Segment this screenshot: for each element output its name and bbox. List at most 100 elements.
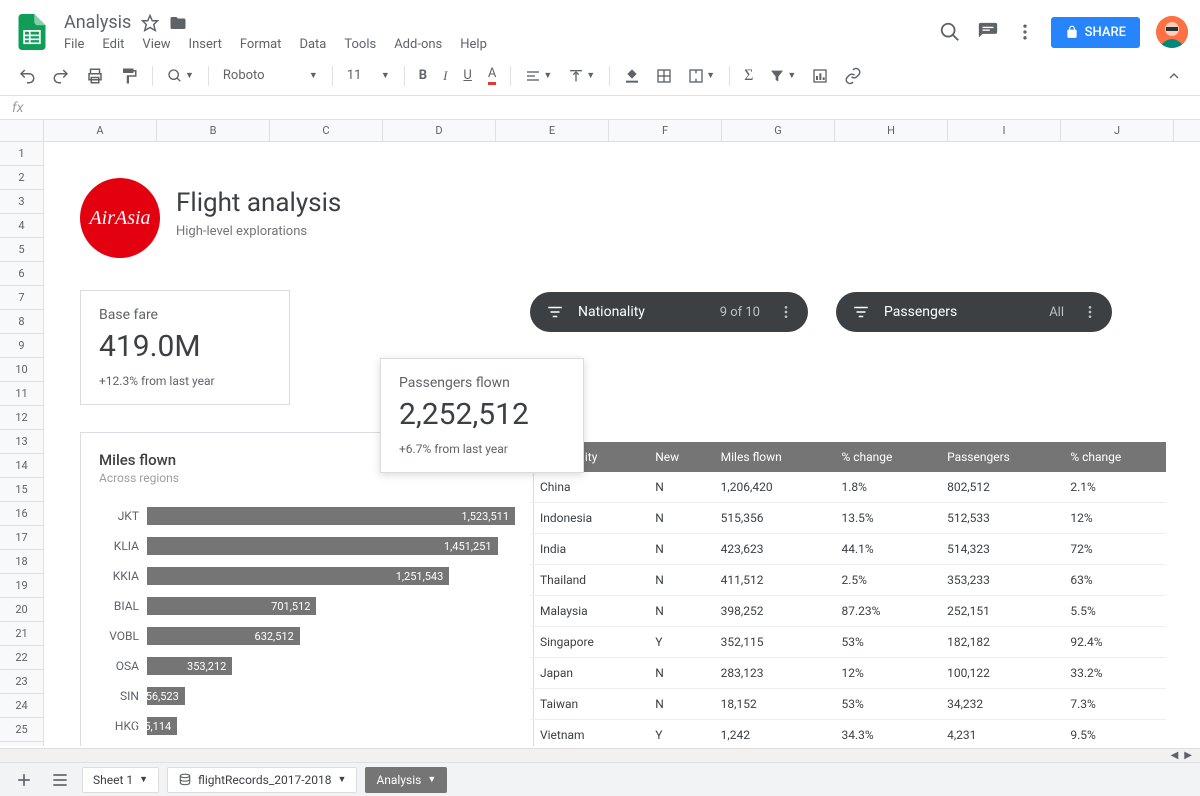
col-header-J[interactable]: J (1061, 120, 1174, 141)
functions-icon[interactable]: Σ (738, 63, 759, 89)
chip-more-icon[interactable] (1078, 304, 1102, 320)
more-vert-icon[interactable] (1015, 22, 1035, 42)
tab-datasource[interactable]: flightRecords_2017-2018▼ (167, 767, 357, 793)
col-header-E[interactable]: E (496, 120, 609, 141)
folder-icon[interactable] (169, 14, 187, 32)
doc-title[interactable]: Analysis (64, 12, 131, 33)
h-align-icon[interactable]: ▼ (519, 64, 558, 88)
print-icon[interactable] (80, 63, 110, 89)
row-header-9[interactable]: 9 (0, 334, 43, 358)
chip-passengers[interactable]: Passengers All (836, 292, 1112, 332)
all-sheets-icon[interactable] (46, 766, 74, 794)
row-header-25[interactable]: 25 (0, 718, 43, 742)
bar-label: KKIA (99, 569, 139, 583)
comment-icon[interactable] (977, 21, 999, 43)
avatar[interactable] (1156, 16, 1188, 48)
font-family-select[interactable]: Roboto (217, 64, 297, 87)
filter-icon[interactable]: ▼ (763, 64, 802, 88)
menu-edit[interactable]: Edit (102, 37, 124, 52)
col-header-D[interactable]: D (383, 120, 496, 141)
chip-more-icon[interactable] (774, 304, 798, 320)
row-header-10[interactable]: 10 (0, 358, 43, 382)
row-header-6[interactable]: 6 (0, 262, 43, 286)
star-icon[interactable] (141, 14, 159, 32)
menu-format[interactable]: Format (240, 37, 282, 52)
menu-help[interactable]: Help (460, 37, 487, 52)
tab-analysis[interactable]: Analysis▼ (365, 767, 447, 793)
chip-nationality[interactable]: Nationality 9 of 10 (530, 292, 808, 332)
col-header-G[interactable]: G (722, 120, 835, 141)
col-header-F[interactable]: F (609, 120, 722, 141)
formula-bar[interactable]: fx (0, 96, 1200, 120)
text-color-icon[interactable]: A (482, 62, 502, 89)
col-header-B[interactable]: B (157, 120, 270, 141)
bar-row: JKT1,523,511 (99, 501, 515, 531)
table-cell: India (530, 534, 645, 565)
col-header-H[interactable]: H (835, 120, 948, 141)
bold-icon[interactable]: B (413, 64, 433, 87)
row-header-17[interactable]: 17 (0, 526, 43, 550)
search-icon[interactable] (939, 21, 961, 43)
undo-icon[interactable] (12, 63, 42, 89)
canvas[interactable]: AirAsia Flight analysis High-level explo… (44, 142, 1200, 746)
table-cell: China (530, 472, 645, 503)
sheets-logo[interactable] (12, 12, 52, 52)
size-dd-icon[interactable]: ▼ (375, 66, 396, 85)
menu-data[interactable]: Data (299, 37, 326, 52)
share-button[interactable]: SHARE (1051, 17, 1140, 48)
menu-insert[interactable]: Insert (189, 37, 222, 52)
row-header-5[interactable]: 5 (0, 238, 43, 262)
row-header-4[interactable]: 4 (0, 214, 43, 238)
scroll-left-icon[interactable]: ◀ (1171, 750, 1179, 761)
row-header-23[interactable]: 23 (0, 670, 43, 694)
row-header-22[interactable]: 22 (0, 646, 43, 670)
select-all-corner[interactable] (0, 120, 44, 141)
row-header-8[interactable]: 8 (0, 310, 43, 334)
zoom-dropdown[interactable]: ▼ (161, 64, 200, 88)
row-header-13[interactable]: 13 (0, 430, 43, 454)
row-header-14[interactable]: 14 (0, 454, 43, 478)
card-basefare: Base fare 419.0M +12.3% from last year (80, 290, 290, 405)
col-header-A[interactable]: A (44, 120, 157, 141)
bar-label: JKT (99, 509, 139, 523)
paint-format-icon[interactable] (114, 63, 144, 89)
row-header-1[interactable]: 1 (0, 142, 43, 166)
merge-icon[interactable]: ▼ (682, 64, 721, 88)
row-header-18[interactable]: 18 (0, 550, 43, 574)
borders-icon[interactable] (650, 64, 678, 88)
row-header-3[interactable]: 3 (0, 190, 43, 214)
row-header-11[interactable]: 11 (0, 382, 43, 406)
underline-icon[interactable]: U (457, 64, 477, 87)
row-header-7[interactable]: 7 (0, 286, 43, 310)
row-header-20[interactable]: 20 (0, 598, 43, 622)
menu-add-ons[interactable]: Add-ons (394, 37, 442, 52)
col-header-I[interactable]: I (948, 120, 1061, 141)
font-dd-icon[interactable]: ▼ (303, 66, 324, 85)
row-header-21[interactable]: 21 (0, 622, 43, 646)
v-align-icon[interactable]: ▼ (562, 64, 601, 88)
tab-sheet1[interactable]: Sheet 1▼ (82, 767, 159, 793)
row-header-16[interactable]: 16 (0, 502, 43, 526)
redo-icon[interactable] (46, 63, 76, 89)
row-headers: 1234567891011121314151617181920212223242… (0, 142, 44, 746)
row-header-24[interactable]: 24 (0, 694, 43, 718)
add-sheet-icon[interactable] (10, 766, 38, 794)
row-header-19[interactable]: 19 (0, 574, 43, 598)
row-header-12[interactable]: 12 (0, 406, 43, 430)
link-icon[interactable] (838, 63, 868, 89)
collapse-toolbar-icon[interactable] (1160, 64, 1188, 88)
table-cell: 182,182 (937, 627, 1060, 658)
horizontal-scrollbar[interactable]: ◀ ▶ (0, 748, 1200, 762)
italic-icon[interactable]: I (437, 64, 453, 88)
chart-icon[interactable] (806, 64, 834, 88)
scroll-right-icon[interactable]: ▶ (1184, 750, 1192, 761)
menu-tools[interactable]: Tools (344, 37, 376, 52)
fill-color-icon[interactable] (618, 64, 646, 88)
row-header-2[interactable]: 2 (0, 166, 43, 190)
col-header-C[interactable]: C (270, 120, 383, 141)
menu-view[interactable]: View (142, 37, 170, 52)
font-size-select[interactable]: 11 (341, 64, 369, 87)
row-header-15[interactable]: 15 (0, 478, 43, 502)
header: Analysis File Edit View Insert Format Data Too… (0, 0, 1200, 56)
menu-file[interactable]: File (64, 37, 84, 52)
